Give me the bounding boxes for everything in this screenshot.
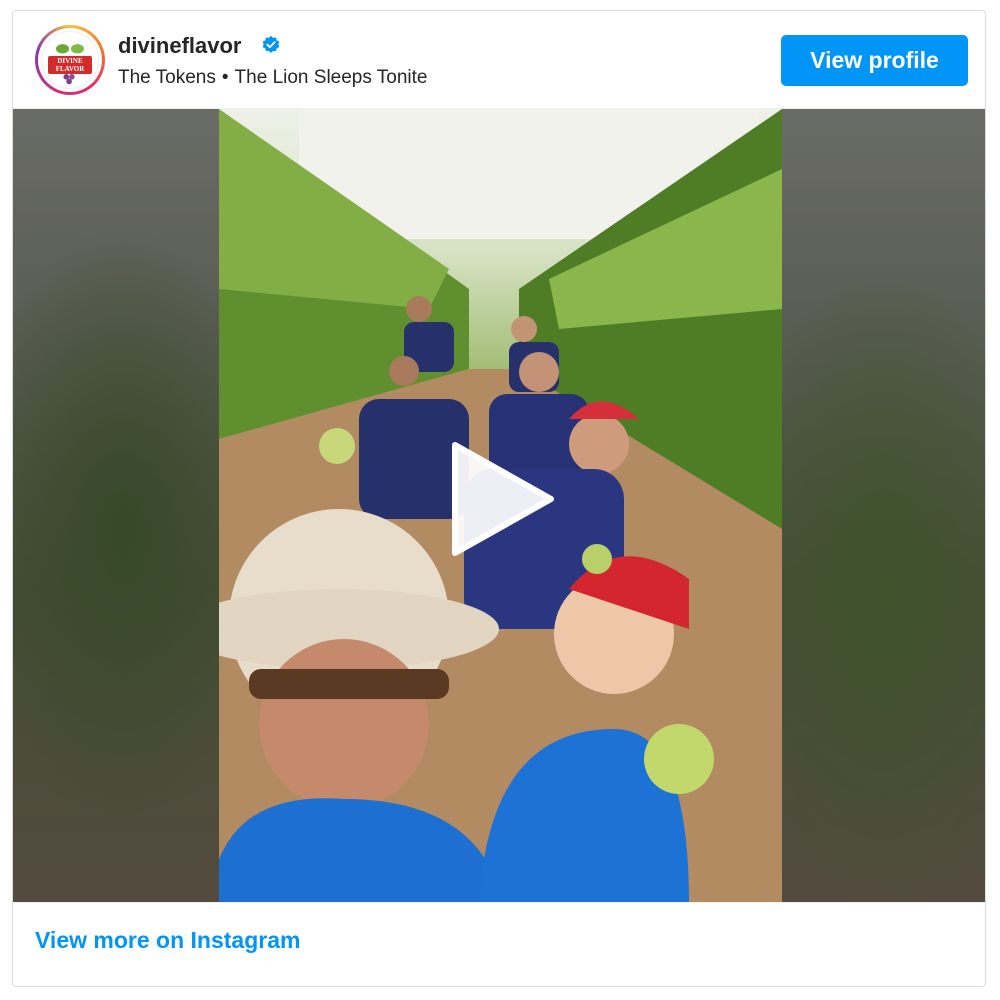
audio-title: The Lion Sleeps Tonite [234,67,428,88]
post-footer: View more on Instagram [13,903,985,986]
instagram-embed: DIVINE FLAVOR divineflavor The Tokens • Th… [12,10,986,987]
username[interactable]: divineflavor [118,33,241,59]
post-header: DIVINE FLAVOR divineflavor The Tokens • Th… [13,11,985,108]
post-media[interactable] [13,108,985,903]
verified-badge-icon [262,35,280,53]
profile-avatar[interactable]: DIVINE FLAVOR [35,25,105,95]
brand-logo: DIVINE FLAVOR [41,31,99,89]
view-profile-button[interactable]: View profile [781,35,968,86]
separator-dot: • [221,67,229,88]
video-frame[interactable] [219,109,782,902]
audio-artist: The Tokens [118,67,216,88]
logo-text: DIVINE FLAVOR [48,56,92,74]
play-icon[interactable] [447,439,557,559]
audio-info[interactable]: The Tokens • The Lion Sleeps Tonite [118,67,428,89]
view-more-link[interactable]: View more on Instagram [35,927,300,954]
